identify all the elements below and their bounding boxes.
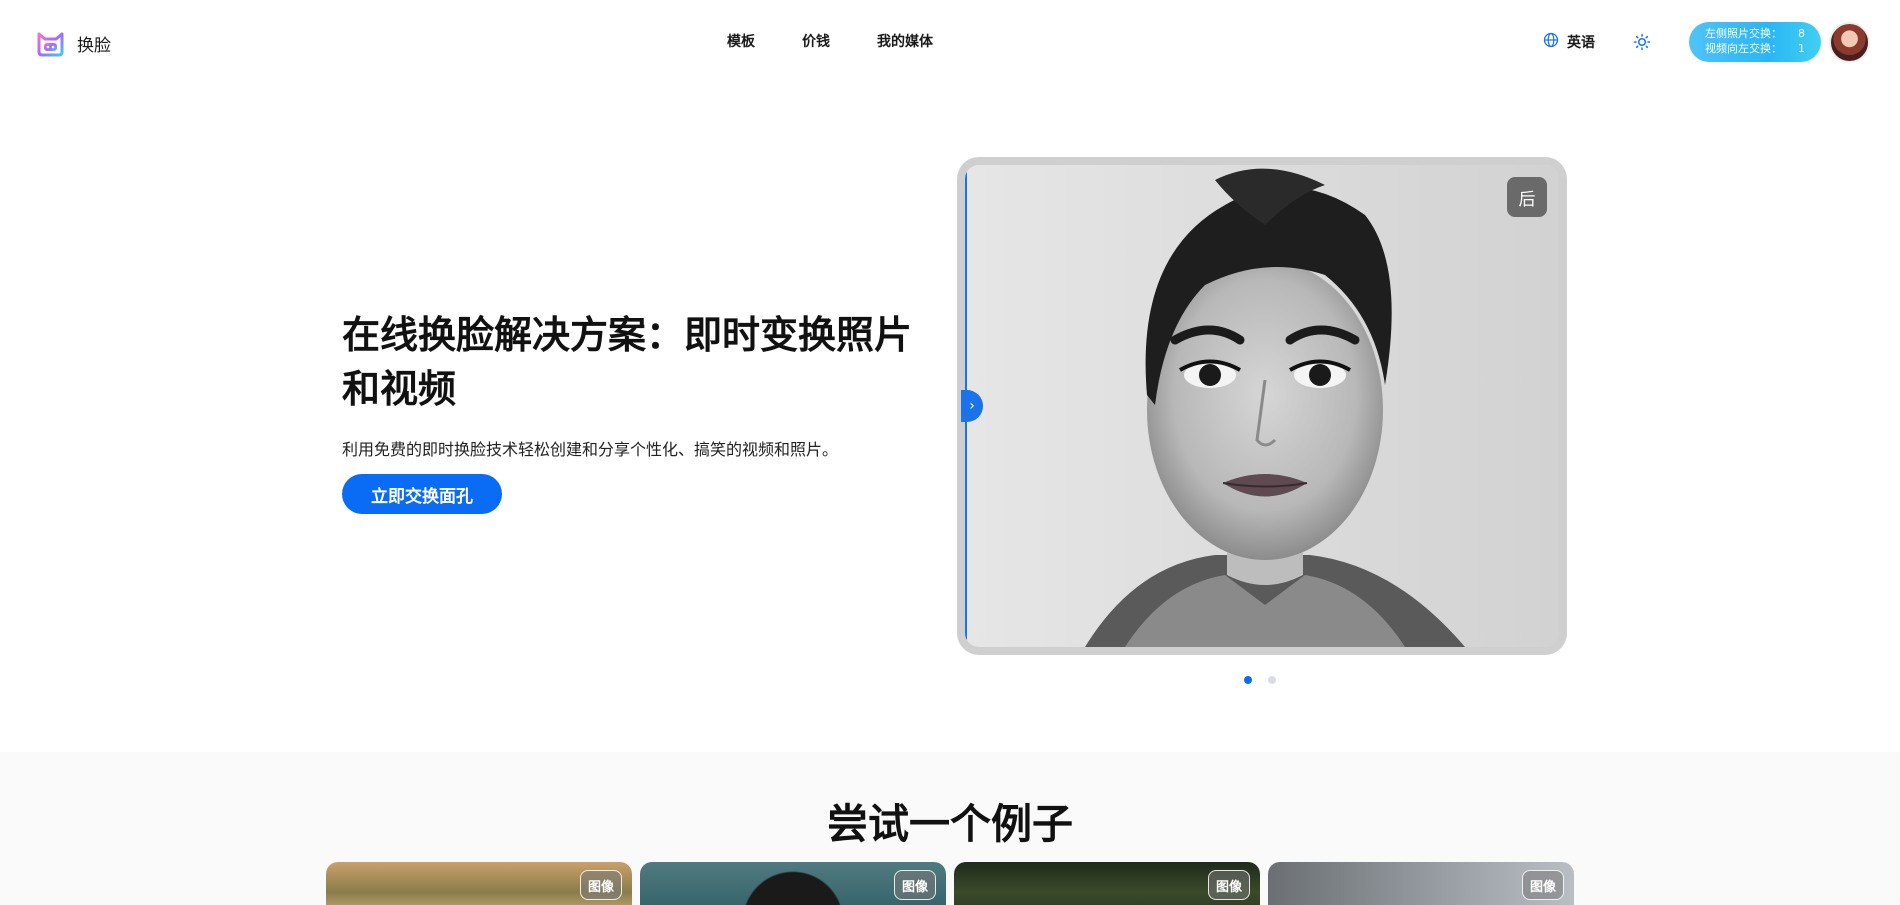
example-card-4[interactable]: 图像 [1268,862,1574,905]
chevron-right-icon: › [969,398,975,414]
image-badge: 图像 [579,870,622,900]
portrait-image [965,165,1559,647]
image-badge: 图像 [1521,870,1564,900]
example-card-1[interactable]: 图像 [326,862,632,905]
comparison-viewport: 后 [965,165,1559,647]
user-avatar[interactable] [1829,22,1870,63]
example-card-2[interactable]: 图像 [640,862,946,905]
example-card-3[interactable]: 图像 [954,862,1260,905]
carousel-dot-1[interactable] [1244,676,1252,684]
after-badge: 后 [1507,177,1547,217]
video-swaps-label: 视频向左交换： [1705,42,1782,55]
examples-title: 尝试一个例子 [827,800,1073,848]
top-header: 换脸 模板 价钱 我的媒体 英语 左侧照片交换： 8 视频向左交换： 1 [0,0,1900,84]
photo-swaps-value: 8 [1798,27,1805,40]
nav-templates[interactable]: 模板 [727,32,755,52]
credits-badge[interactable]: 左侧照片交换： 8 视频向左交换： 1 [1689,22,1821,62]
swap-face-button[interactable]: 立即交换面孔 [342,474,502,514]
image-badge: 图像 [893,870,936,900]
language-label: 英语 [1567,35,1595,51]
carousel-dot-2[interactable] [1268,676,1276,684]
logo-text: 换脸 [77,36,111,56]
cat-logo-icon [36,30,65,57]
image-badge: 图像 [1207,870,1250,900]
nav-pricing[interactable]: 价钱 [802,32,830,52]
logo[interactable]: 换脸 [36,30,111,57]
photo-swaps-label: 左侧照片交换： [1705,27,1782,40]
nav-my-media[interactable]: 我的媒体 [877,32,933,52]
video-swaps-value: 1 [1798,42,1805,55]
hero-title: 在线换脸解决方案：即时变换照片和视频 [342,313,913,411]
sun-icon[interactable] [1633,33,1651,51]
carousel-dots [1244,676,1276,684]
language-selector[interactable]: 英语 [1543,32,1595,52]
globe-icon [1543,32,1559,52]
main-nav: 模板 价钱 我的媒体 [727,32,980,52]
hero-subtitle: 利用免费的即时换脸技术轻松创建和分享个性化、搞笑的视频和照片。 [342,440,839,459]
before-after-comparison[interactable]: 后 [957,157,1567,655]
